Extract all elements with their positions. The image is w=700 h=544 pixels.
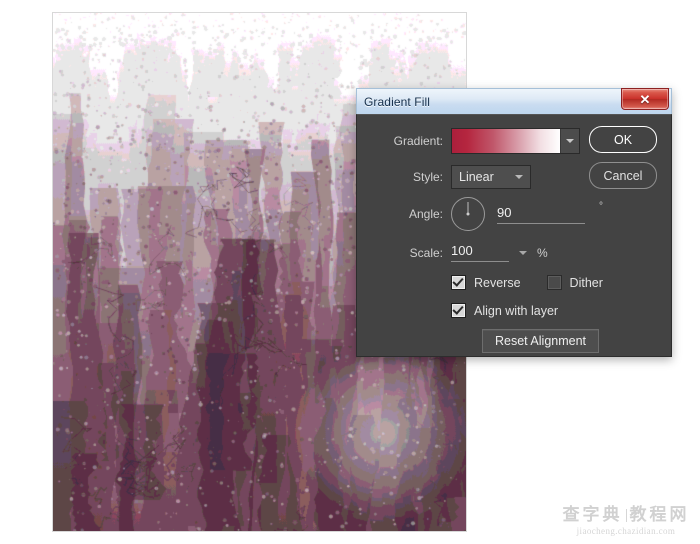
dialog-title: Gradient Fill [364,94,430,109]
watermark-url: jiaocheng.chazidian.com [576,526,676,536]
degree-symbol: ° [599,201,603,212]
angle-label: Angle: [408,207,443,221]
scale-dropdown-button[interactable] [515,246,531,260]
ok-button[interactable]: OK [589,126,657,153]
gradient-dropdown-button[interactable] [561,129,579,153]
gradient-preview-swatch[interactable] [452,129,561,153]
angle-row: Angle: 90 ° [357,197,671,231]
dither-label: Dither [569,275,603,290]
chevron-down-icon [519,250,527,255]
scale-input[interactable]: 100 [451,243,509,262]
align-with-layer-checkbox[interactable]: Align with layer [451,303,558,318]
style-select-value: Linear [459,170,494,184]
style-select[interactable]: Linear [451,165,531,189]
scale-row: Scale: 100 % [357,243,671,262]
watermark: 查字典 教程网 jiaocheng.chazidian.com [560,506,692,538]
gradient-swatch-control[interactable] [451,128,580,154]
watermark-divider [625,509,627,522]
angle-dial-icon[interactable] [451,197,485,231]
close-button[interactable]: ✕ [621,88,669,110]
cancel-button[interactable]: Cancel [589,162,657,189]
checkbox-row: Reverse Dither [357,275,671,290]
checkbox-icon-checked [451,275,466,290]
style-label: Style: [412,170,443,184]
checkbox-icon-unchecked [546,275,562,290]
checkbox-icon-checked [451,303,466,318]
percent-symbol: % [537,245,548,260]
chevron-down-icon [515,175,523,179]
dialog-body: Gradient: Style: Linear Angle: 90 ° Scal… [356,114,672,357]
gradient-fill-dialog: Gradient Fill ✕ Gradient: Style: Linear [356,88,672,357]
watermark-brand-right: 教程网 [629,505,690,524]
close-icon: ✕ [639,91,651,107]
gradient-label: Gradient: [393,134,443,148]
align-with-layer-label: Align with layer [474,303,559,318]
dialog-titlebar[interactable]: Gradient Fill ✕ [356,88,672,114]
watermark-brand-left: 查字典 [562,505,623,524]
reverse-checkbox[interactable]: Reverse [451,275,521,290]
reverse-label: Reverse [474,275,521,290]
angle-input[interactable]: 90 [497,205,585,224]
align-row: Align with layer [357,303,671,318]
scale-label: Scale: [409,245,443,260]
angle-dial-hub [466,212,470,216]
dither-checkbox[interactable]: Dither [546,275,603,290]
watermark-brand: 查字典 教程网 [560,506,692,523]
chevron-down-icon [566,139,574,143]
reset-alignment-button[interactable]: Reset Alignment [482,329,600,353]
